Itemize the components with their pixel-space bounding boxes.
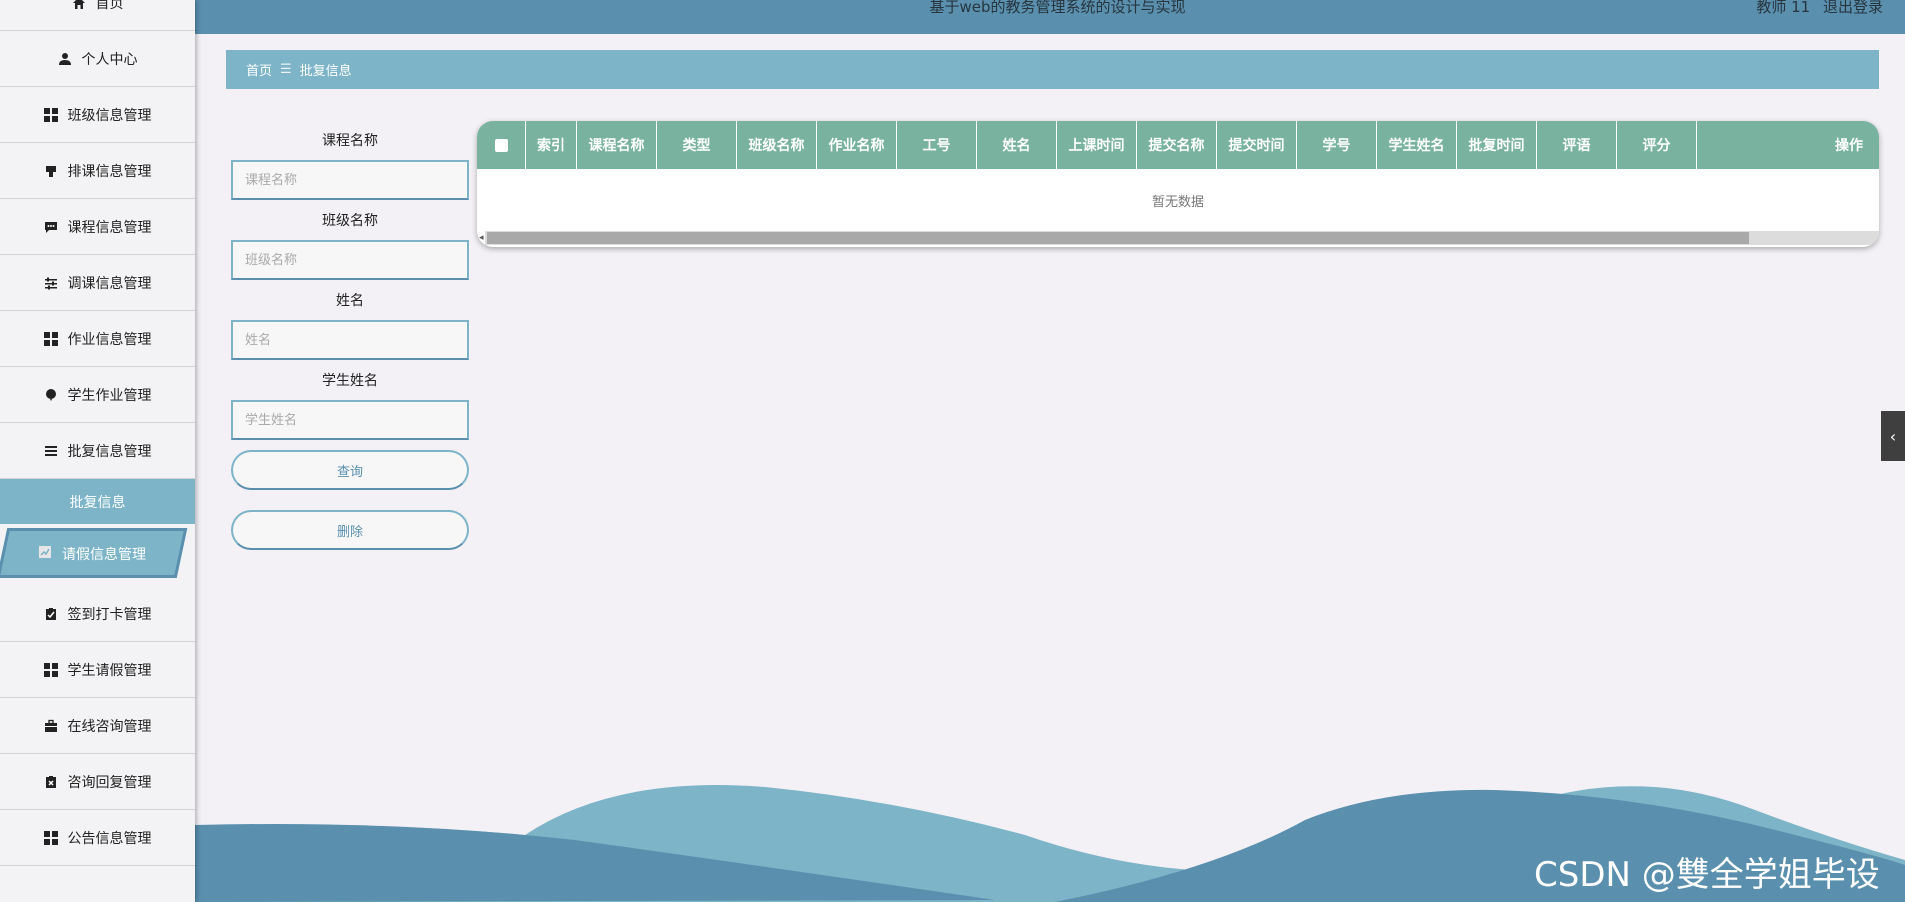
collapse-toggle[interactable]: ‹ — [1881, 411, 1905, 461]
sidebar-item-label: 请假信息管理 — [62, 547, 146, 563]
column-header[interactable]: 上课时间 — [1057, 121, 1137, 169]
sidebar: 首页 个人中心 班级信息管理 排课信息管理 课程信息管理 调课信息管理 作业信息… — [0, 0, 195, 902]
course-name-label: 课程名称 — [322, 133, 378, 149]
balloon-icon — [44, 388, 58, 402]
column-header[interactable]: 作业名称 — [817, 121, 897, 169]
column-header[interactable]: 批复时间 — [1457, 121, 1537, 169]
name-input[interactable] — [231, 320, 469, 360]
list-icon — [44, 444, 58, 458]
select-all-cell — [477, 121, 526, 169]
column-header[interactable]: 工号 — [897, 121, 977, 169]
breadcrumb-home[interactable]: 首页 — [246, 60, 272, 79]
sidebar-item-leave[interactable]: 请假信息管理 — [0, 528, 188, 580]
sidebar-item-label: 作业信息管理 — [67, 331, 152, 348]
table-header: 索引 课程名称 类型 班级名称 作业名称 工号 姓名 上课时间 提交名称 提交时… — [477, 121, 1879, 169]
cup-icon — [44, 164, 58, 178]
sidebar-item-class[interactable]: 班级信息管理 — [0, 87, 195, 143]
sidebar-item-adjust[interactable]: 调课信息管理 — [0, 255, 195, 311]
home-icon — [72, 0, 86, 10]
student-name-label: 学生姓名 — [322, 373, 378, 389]
sidebar-item-student-homework[interactable]: 学生作业管理 — [0, 367, 195, 423]
column-header[interactable]: 学生姓名 — [1377, 121, 1457, 169]
select-all-checkbox[interactable] — [494, 138, 508, 152]
sidebar-item-consult[interactable]: 在线咨询管理 — [0, 698, 195, 754]
scroll-left-icon[interactable]: ◂ — [479, 233, 484, 243]
column-header: 操作 — [1835, 138, 1863, 154]
sidebar-item-label: 首页 — [95, 0, 124, 12]
breadcrumb-current: 批复信息 — [299, 64, 352, 79]
delete-button[interactable]: 删除 — [231, 510, 469, 550]
top-header: 基于web的教务管理系统的设计与实现 教师 11 退出登录 — [0, 0, 1905, 34]
sidebar-item-label: 班级信息管理 — [67, 107, 152, 124]
sidebar-item-label: 公告信息管理 — [67, 830, 152, 847]
user-info: 教师 11 退出登录 — [1748, 0, 1883, 17]
horizontal-scrollbar[interactable]: ◂ — [479, 231, 1879, 245]
sidebar-item-label: 学生请假管理 — [67, 662, 152, 679]
grid-icon — [43, 830, 58, 845]
column-header[interactable]: 提交时间 — [1217, 121, 1297, 169]
chart-icon — [38, 545, 52, 563]
sidebar-item-reply[interactable]: 批复信息管理 — [0, 423, 195, 479]
sidebar-item-label: 调课信息管理 — [67, 275, 152, 292]
sidebar-item-profile[interactable]: 个人中心 — [0, 31, 195, 87]
sidebar-item-label: 学生作业管理 — [67, 387, 152, 404]
column-header[interactable]: 学号 — [1297, 121, 1377, 169]
name-label: 姓名 — [336, 293, 364, 309]
breadcrumb-separator-icon: ☰ — [280, 62, 292, 77]
column-header[interactable]: 提交名称 — [1137, 121, 1217, 169]
sidebar-item-schedule[interactable]: 排课信息管理 — [0, 143, 195, 199]
clipboard-x-icon — [44, 775, 58, 789]
sidebar-item-consult-reply[interactable]: 咨询回复管理 — [0, 754, 195, 810]
sidebar-item-label: 签到打卡管理 — [67, 606, 152, 623]
current-user: 教师 11 — [1756, 0, 1811, 16]
app-title: 基于web的教务管理系统的设计与实现 — [929, 0, 1186, 16]
grid-icon — [43, 107, 58, 122]
sliders-icon — [44, 276, 58, 290]
grid-icon — [43, 662, 58, 677]
submenu-item-reply-info[interactable]: 批复信息 — [0, 479, 195, 524]
chevron-left-icon: ‹ — [1889, 426, 1897, 446]
reply-table: 索引 课程名称 类型 班级名称 作业名称 工号 姓名 上课时间 提交名称 提交时… — [477, 121, 1879, 247]
column-header[interactable]: 评分 — [1617, 121, 1697, 169]
column-header[interactable]: 评语 — [1537, 121, 1617, 169]
briefcase-icon — [44, 719, 58, 733]
sidebar-item-homework[interactable]: 作业信息管理 — [0, 311, 195, 367]
breadcrumb: 首页 ☰ 批复信息 — [226, 50, 1879, 89]
query-button[interactable]: 查询 — [231, 450, 469, 490]
column-header[interactable]: 姓名 — [977, 121, 1057, 169]
logout-link[interactable]: 退出登录 — [1823, 0, 1883, 16]
class-name-input[interactable] — [231, 240, 469, 280]
sidebar-item-label: 咨询回复管理 — [67, 774, 152, 791]
column-header[interactable]: 班级名称 — [737, 121, 817, 169]
sidebar-item-label: 批复信息管理 — [67, 443, 152, 460]
submenu-label: 批复信息 — [69, 494, 126, 511]
sidebar-item-label: 在线咨询管理 — [67, 718, 152, 735]
chat-icon — [44, 220, 58, 234]
column-header[interactable]: 课程名称 — [577, 121, 657, 169]
column-header[interactable]: 索引 — [526, 121, 577, 169]
sidebar-item-home[interactable]: 首页 — [0, 0, 195, 31]
sidebar-item-notice[interactable]: 公告信息管理 — [0, 810, 195, 866]
sidebar-item-student-leave[interactable]: 学生请假管理 — [0, 642, 195, 698]
sidebar-item-label: 课程信息管理 — [67, 219, 152, 236]
user-icon — [58, 52, 72, 66]
sidebar-item-course[interactable]: 课程信息管理 — [0, 199, 195, 255]
sidebar-item-checkin[interactable]: 签到打卡管理 — [0, 586, 195, 642]
watermark: CSDN @雙全学姐毕设 — [1534, 855, 1880, 895]
class-name-label: 班级名称 — [322, 213, 378, 229]
student-name-input[interactable] — [231, 400, 469, 440]
course-name-input[interactable] — [231, 160, 469, 200]
clipboard-check-icon — [44, 607, 58, 621]
column-header[interactable]: 类型 — [657, 121, 737, 169]
scrollbar-thumb[interactable] — [487, 232, 1749, 244]
sidebar-item-label: 排课信息管理 — [67, 163, 152, 180]
empty-state: 暂无数据 — [1151, 194, 1204, 210]
sidebar-item-label: 个人中心 — [81, 51, 138, 68]
grid-icon — [43, 331, 58, 346]
